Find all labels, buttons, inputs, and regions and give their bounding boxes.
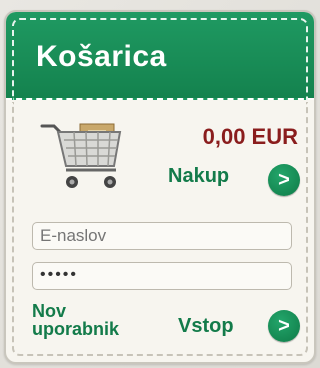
- checkout-button[interactable]: >: [268, 164, 300, 196]
- password-mask: •••••: [40, 266, 79, 283]
- password-field[interactable]: •••••: [32, 262, 292, 290]
- cart-title: Košarica: [36, 40, 167, 73]
- email-field[interactable]: [32, 222, 292, 250]
- cart-total: 0,00 EUR: [202, 124, 298, 149]
- login-label[interactable]: Vstop: [178, 315, 234, 338]
- new-user-link[interactable]: Nov uporabnik: [32, 302, 152, 338]
- arrow-right-icon: >: [278, 169, 290, 191]
- arrow-right-icon: >: [278, 315, 290, 337]
- shopping-cart-icon: [40, 123, 122, 188]
- cart-header: Košarica: [6, 12, 314, 100]
- checkout-label[interactable]: Nakup: [168, 165, 229, 188]
- login-button[interactable]: >: [268, 310, 300, 342]
